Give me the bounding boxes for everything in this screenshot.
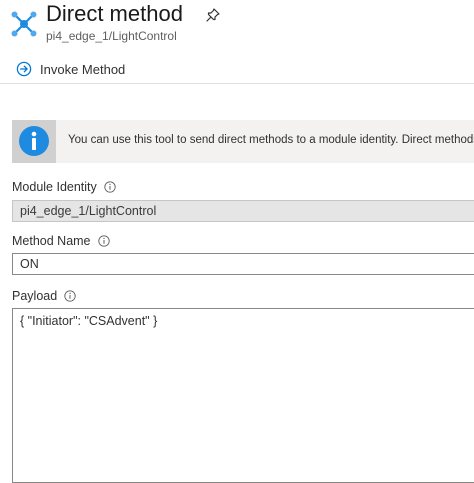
info-message: You can use this tool to send direct met…: [68, 134, 474, 146]
invoke-method-button[interactable]: Invoke Method: [16, 58, 125, 80]
arrow-circle-right-icon: [16, 61, 32, 77]
command-bar: Invoke Method: [0, 56, 474, 84]
page-subtitle: pi4_edge_1/LightControl: [46, 29, 177, 43]
pin-icon[interactable]: [205, 7, 221, 23]
invoke-method-label: Invoke Method: [40, 61, 126, 77]
info-circle-icon[interactable]: [64, 290, 76, 302]
method-name-label-text: Method Name: [12, 234, 91, 248]
info-circle-icon[interactable]: [104, 181, 116, 193]
info-icon-container: [12, 120, 56, 163]
payload-label-text: Payload: [12, 289, 58, 303]
method-name-label: Method Name: [12, 234, 110, 248]
iot-hub-icon: [11, 11, 37, 37]
info-circle-icon[interactable]: [97, 235, 110, 247]
module-identity-field: pi4_edge_1/LightControl: [12, 200, 474, 222]
info-icon: [19, 126, 49, 156]
module-identity-label: Module Identity: [12, 180, 116, 194]
method-name-input[interactable]: ON: [12, 253, 474, 275]
module-identity-label-text: Module Identity: [12, 180, 97, 194]
page-title: Direct method: [46, 1, 183, 26]
payload-textarea[interactable]: { "Initiator": "CSAdvent" }: [12, 308, 474, 483]
payload-label: Payload: [12, 289, 76, 303]
info-banner: You can use this tool to send direct met…: [12, 120, 474, 163]
blade-header: Direct method pi4_edge_1/LightControl: [0, 0, 474, 50]
